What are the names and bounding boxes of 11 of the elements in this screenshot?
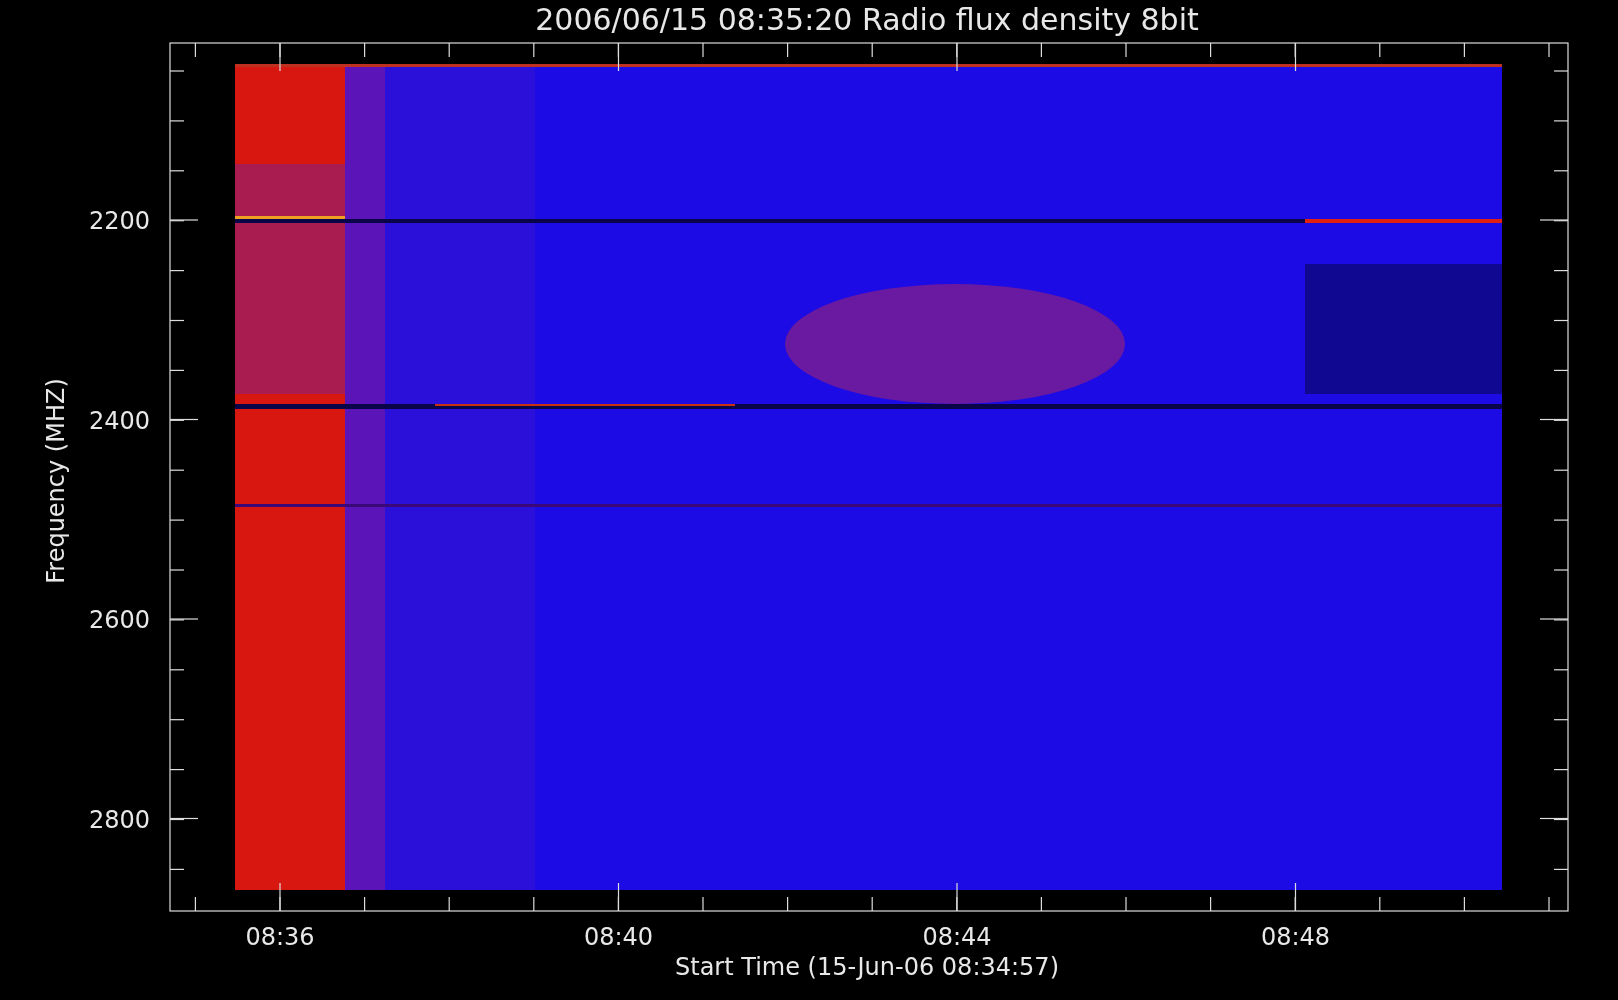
y-tick-label: 2600 (88, 606, 150, 634)
y-tick-label: 2200 (88, 207, 150, 235)
x-tick-label: 08:48 (1260, 923, 1331, 951)
x-tick-label: 08:36 (245, 923, 315, 951)
y-tick-label: 2800 (88, 805, 150, 834)
chart-title: 2006/06/15 08:35:20 Radio flux density 8bit (535, 2, 1199, 37)
y-axis-label: Frequency (MHZ) (42, 378, 70, 584)
x-tick-label: 08:40 (583, 923, 654, 951)
x-axis-label: Start Time (15-Jun-06 08:34:57) (675, 953, 1059, 981)
x-tick-label: 08:44 (922, 923, 992, 951)
y-tick-label: 2400 (88, 406, 150, 435)
